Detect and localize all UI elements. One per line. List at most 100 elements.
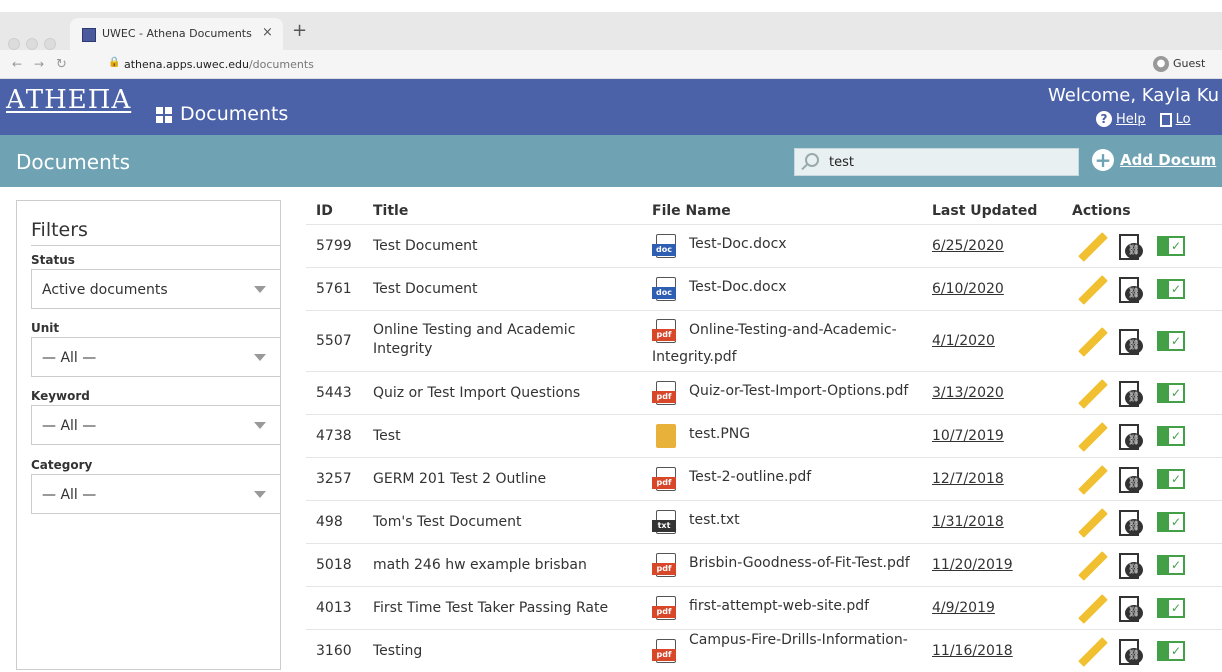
reload-icon[interactable]: ↻ — [56, 57, 67, 72]
file-name[interactable]: Brisbin-Goodness-of-Fit-Test.pdf — [689, 555, 910, 571]
copy-link-icon[interactable]: ⛓ — [1116, 327, 1144, 357]
doc-title-cont[interactable]: Integrity — [373, 341, 432, 357]
active-toggle-checkbox[interactable]: ✓ — [1157, 597, 1185, 618]
category-select[interactable]: — All — — [31, 474, 281, 514]
active-toggle-checkbox[interactable]: ✓ — [1157, 554, 1185, 575]
table-row[interactable]: 5761 Test Document doc Test-Doc.docx 6/10/20… — [306, 267, 1222, 310]
file-name[interactable]: Test-Doc.docx — [689, 279, 787, 295]
search-box[interactable] — [794, 148, 1079, 176]
athena-logo[interactable]: ΑΤΗΕΠΑ — [6, 85, 131, 115]
file-name[interactable]: Test-2-outline.pdf — [689, 469, 811, 485]
last-updated-date[interactable]: 6/10/2020 — [932, 281, 1004, 297]
logout-icon[interactable] — [1159, 112, 1172, 127]
copy-link-icon[interactable]: ⛓ — [1116, 232, 1144, 262]
search-input[interactable] — [829, 153, 1069, 171]
active-toggle-checkbox[interactable]: ✓ — [1157, 235, 1185, 256]
window-zoom-dot[interactable] — [44, 38, 56, 50]
file-name[interactable]: test.PNG — [689, 426, 750, 442]
table-row[interactable]: 498 Tom's Test Document txt test.txt 1/31/20… — [306, 500, 1222, 543]
column-header-title[interactable]: Title — [373, 203, 408, 219]
add-document-button[interactable]: + Add Docum — [1092, 149, 1216, 171]
active-toggle-checkbox[interactable]: ✓ — [1157, 468, 1185, 489]
active-toggle-checkbox[interactable]: ✓ — [1157, 511, 1185, 532]
edit-pencil-icon[interactable] — [1076, 232, 1106, 262]
table-row[interactable]: 3257 GERM 201 Test 2 Outline pdf Test-2-out… — [306, 457, 1222, 500]
last-updated-date[interactable]: 1/31/2018 — [932, 514, 1004, 530]
table-row[interactable]: 5443 Quiz or Test Import Questions pdf Quiz… — [306, 371, 1222, 414]
window-minimize-dot[interactable] — [26, 38, 38, 50]
doc-title[interactable]: Online Testing and Academic — [373, 322, 575, 338]
doc-title[interactable]: Test Document — [373, 281, 478, 297]
browser-tab[interactable]: UWEC - Athena Documents × — [70, 18, 283, 50]
active-toggle-checkbox[interactable]: ✓ — [1157, 425, 1185, 446]
active-toggle-checkbox[interactable]: ✓ — [1157, 278, 1185, 299]
keyword-select[interactable]: — All — — [31, 405, 281, 445]
doc-title[interactable]: Testing — [373, 643, 422, 659]
active-toggle-checkbox[interactable]: ✓ — [1157, 330, 1185, 351]
file-name[interactable]: first-attempt-web-site.pdf — [689, 598, 869, 614]
doc-title[interactable]: Tom's Test Document — [373, 514, 522, 530]
help-icon[interactable]: ? — [1096, 111, 1112, 127]
doc-title[interactable]: math 246 hw example brisban — [373, 557, 587, 573]
edit-pencil-icon[interactable] — [1076, 422, 1106, 452]
copy-link-icon[interactable]: ⛓ — [1116, 508, 1144, 538]
edit-pencil-icon[interactable] — [1076, 637, 1106, 667]
edit-pencil-icon[interactable] — [1076, 379, 1106, 409]
table-row[interactable]: 5799 Test Document doc Test-Doc.docx 6/25/20… — [306, 224, 1222, 267]
guest-profile-button[interactable]: ● Guest — [1153, 56, 1205, 72]
copy-link-icon[interactable]: ⛓ — [1116, 422, 1144, 452]
logout-link[interactable]: Lo — [1176, 112, 1191, 127]
copy-link-icon[interactable]: ⛓ — [1116, 594, 1144, 624]
table-row[interactable]: 4013 First Time Test Taker Passing Rate pd… — [306, 586, 1222, 629]
last-updated-date[interactable]: 4/9/2019 — [932, 600, 995, 616]
copy-link-icon[interactable]: ⛓ — [1116, 379, 1144, 409]
copy-link-icon[interactable]: ⛓ — [1116, 465, 1144, 495]
doc-title[interactable]: First Time Test Taker Passing Rate — [373, 600, 608, 616]
forward-arrow-icon[interactable]: → — [34, 57, 44, 71]
edit-pencil-icon[interactable] — [1076, 594, 1106, 624]
last-updated-date[interactable]: 10/7/2019 — [932, 428, 1004, 444]
file-name[interactable]: Quiz-or-Test-Import-Options.pdf — [689, 383, 908, 399]
back-arrow-icon[interactable]: ← — [12, 57, 22, 71]
last-updated-date[interactable]: 6/25/2020 — [932, 238, 1004, 254]
url-field[interactable]: athena.apps.uwec.edu/documents — [124, 58, 314, 71]
table-row[interactable]: 4738 Test test.PNG 10/7/2019 ⛓ ✓ — [306, 414, 1222, 457]
file-name[interactable]: Test-Doc.docx — [689, 236, 787, 252]
file-name[interactable]: Online-Testing-and-Academic- — [689, 322, 897, 338]
doc-title[interactable]: GERM 201 Test 2 Outline — [373, 471, 546, 487]
edit-pencil-icon[interactable] — [1076, 508, 1106, 538]
copy-link-icon[interactable]: ⛓ — [1116, 275, 1144, 305]
doc-title[interactable]: Test — [373, 428, 401, 444]
doc-title[interactable]: Test Document — [373, 238, 478, 254]
last-updated-date[interactable]: 12/7/2018 — [932, 471, 1004, 487]
doc-title[interactable]: Quiz or Test Import Questions — [373, 385, 580, 401]
grid-menu-icon[interactable] — [156, 107, 172, 123]
last-updated-date[interactable]: 4/1/2020 — [932, 333, 995, 349]
window-close-dot[interactable] — [8, 38, 20, 50]
last-updated-date[interactable]: 11/20/2019 — [932, 557, 1013, 573]
active-toggle-checkbox[interactable]: ✓ — [1157, 640, 1185, 661]
unit-select[interactable]: — All — — [31, 337, 281, 377]
edit-pencil-icon[interactable] — [1076, 551, 1106, 581]
help-link[interactable]: Help — [1116, 112, 1146, 127]
file-name[interactable]: Campus-Fire-Drills-Information- — [689, 632, 908, 648]
new-tab-button[interactable]: + — [292, 20, 307, 41]
app-name[interactable]: Documents — [180, 103, 288, 125]
table-row[interactable]: 5018 math 246 hw example brisban pdf Brisbi… — [306, 543, 1222, 586]
edit-pencil-icon[interactable] — [1076, 275, 1106, 305]
column-header-id[interactable]: ID — [316, 203, 333, 219]
table-row[interactable]: 5507 Online Testing and Academic Integrity… — [306, 310, 1222, 371]
last-updated-date[interactable]: 3/13/2020 — [932, 385, 1004, 401]
file-name-cont[interactable]: Integrity.pdf — [652, 349, 737, 365]
file-name[interactable]: test.txt — [689, 512, 740, 528]
table-row[interactable]: 3160 Testing pdf Campus-Fire-Drills-Informa… — [306, 629, 1222, 672]
edit-pencil-icon[interactable] — [1076, 327, 1106, 357]
last-updated-date[interactable]: 11/16/2018 — [932, 643, 1013, 659]
column-header-file[interactable]: File Name — [652, 203, 731, 219]
copy-link-icon[interactable]: ⛓ — [1116, 637, 1144, 667]
column-header-updated[interactable]: Last Updated — [932, 203, 1037, 219]
status-select[interactable]: Active documents — [31, 269, 281, 309]
tab-close-icon[interactable]: × — [262, 25, 273, 40]
edit-pencil-icon[interactable] — [1076, 465, 1106, 495]
active-toggle-checkbox[interactable]: ✓ — [1157, 382, 1185, 403]
